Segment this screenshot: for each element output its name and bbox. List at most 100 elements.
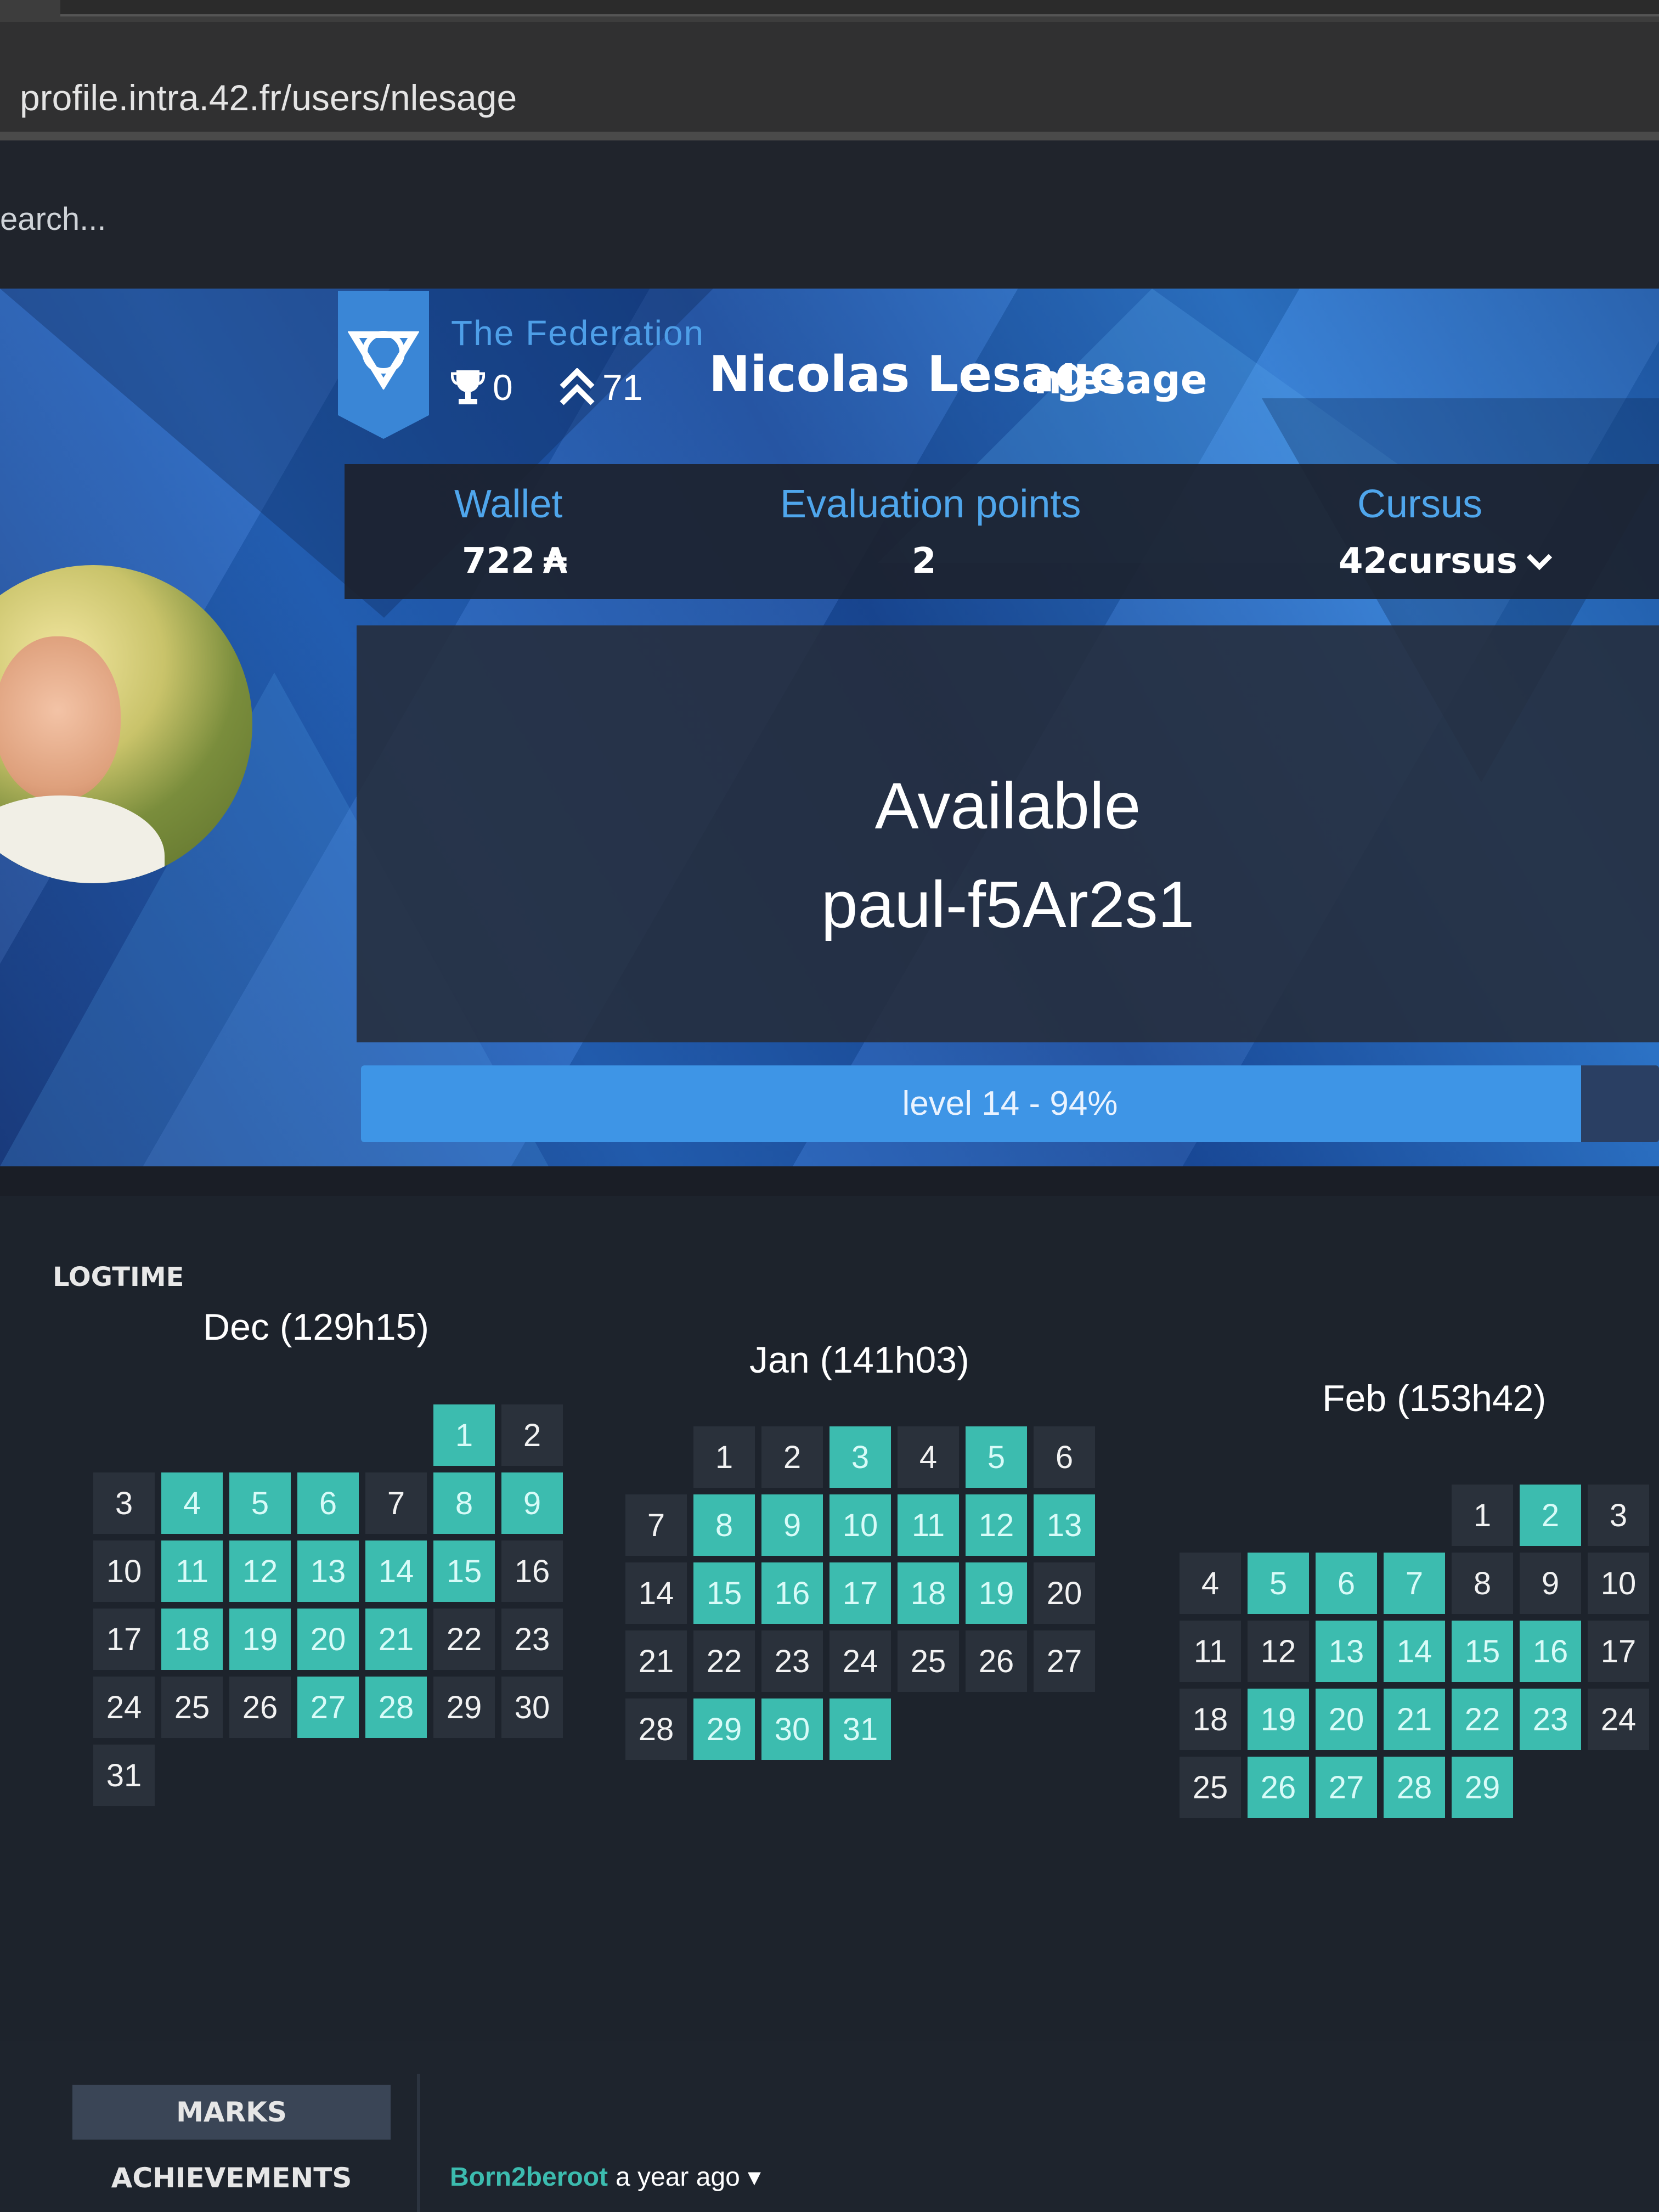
logtime-day[interactable]: 11: [898, 1494, 959, 1556]
logtime-day[interactable]: 25: [898, 1630, 959, 1692]
logtime-day[interactable]: 6: [1034, 1426, 1095, 1488]
logtime-day[interactable]: 5: [1248, 1553, 1309, 1614]
logtime-day[interactable]: 22: [433, 1609, 495, 1670]
logtime-day[interactable]: 12: [966, 1494, 1027, 1556]
logtime-day[interactable]: 22: [693, 1630, 755, 1692]
logtime-day[interactable]: 21: [625, 1630, 687, 1692]
logtime-day[interactable]: 19: [1248, 1689, 1309, 1750]
logtime-day[interactable]: 10: [93, 1541, 155, 1602]
cursus-selected-value[interactable]: 42cursus: [1339, 541, 1517, 582]
logtime-day[interactable]: 16: [1520, 1621, 1581, 1682]
logtime-day[interactable]: 25: [161, 1677, 223, 1738]
search-input[interactable]: earch...: [0, 201, 106, 238]
logtime-day[interactable]: 1: [693, 1426, 755, 1488]
logtime-day[interactable]: 9: [761, 1494, 823, 1556]
logtime-day[interactable]: 21: [1384, 1689, 1445, 1750]
logtime-day[interactable]: 17: [93, 1609, 155, 1670]
logtime-day[interactable]: 28: [625, 1699, 687, 1760]
logtime-day[interactable]: 14: [1384, 1621, 1445, 1682]
logtime-day[interactable]: 3: [830, 1426, 891, 1488]
logtime-day[interactable]: 1: [433, 1404, 495, 1466]
logtime-day[interactable]: 30: [501, 1677, 563, 1738]
logtime-day[interactable]: 21: [365, 1609, 427, 1670]
logtime-day[interactable]: 23: [1520, 1689, 1581, 1750]
logtime-day[interactable]: 5: [229, 1472, 291, 1534]
project-name[interactable]: Born2beroot: [450, 2162, 608, 2192]
logtime-day[interactable]: 16: [501, 1541, 563, 1602]
url-text[interactable]: profile.intra.42.fr/users/nlesage: [20, 77, 517, 119]
coalition-name[interactable]: The Federation: [451, 313, 704, 353]
logtime-day[interactable]: 3: [1588, 1485, 1649, 1546]
logtime-day[interactable]: 3: [93, 1472, 155, 1534]
logtime-day[interactable]: 28: [365, 1677, 427, 1738]
logtime-day[interactable]: 24: [830, 1630, 891, 1692]
logtime-day[interactable]: 24: [93, 1677, 155, 1738]
logtime-day[interactable]: 11: [1180, 1621, 1241, 1682]
logtime-day[interactable]: 14: [625, 1562, 687, 1624]
logtime-day[interactable]: 13: [1316, 1621, 1377, 1682]
caret-down-icon[interactable]: ▾: [748, 2162, 761, 2192]
logtime-day[interactable]: 17: [830, 1562, 891, 1624]
chevron-down-icon[interactable]: [1525, 550, 1554, 572]
logtime-day[interactable]: 29: [693, 1699, 755, 1760]
cursus-select[interactable]: 42cursus: [1339, 541, 1554, 582]
logtime-day[interactable]: 26: [966, 1630, 1027, 1692]
logtime-day[interactable]: 27: [1316, 1757, 1377, 1818]
logtime-day[interactable]: 9: [501, 1472, 563, 1534]
tab-achievements[interactable]: ACHIEVEMENTS: [72, 2151, 391, 2205]
logtime-day[interactable]: 16: [761, 1562, 823, 1624]
logtime-day[interactable]: 11: [161, 1541, 223, 1602]
logtime-day[interactable]: 2: [761, 1426, 823, 1488]
logtime-day[interactable]: 2: [501, 1404, 563, 1466]
logtime-day[interactable]: 4: [161, 1472, 223, 1534]
logtime-day[interactable]: 4: [898, 1426, 959, 1488]
logtime-day[interactable]: 13: [297, 1541, 359, 1602]
logtime-day[interactable]: 28: [1384, 1757, 1445, 1818]
logtime-day[interactable]: 20: [1316, 1689, 1377, 1750]
logtime-day[interactable]: 31: [830, 1699, 891, 1760]
logtime-day[interactable]: 14: [365, 1541, 427, 1602]
logtime-day[interactable]: 10: [830, 1494, 891, 1556]
logtime-day[interactable]: 8: [433, 1472, 495, 1534]
logtime-day[interactable]: 18: [161, 1609, 223, 1670]
logtime-day[interactable]: 12: [1248, 1621, 1309, 1682]
logtime-day[interactable]: 26: [229, 1677, 291, 1738]
logtime-day[interactable]: 20: [1034, 1562, 1095, 1624]
logtime-day[interactable]: 4: [1180, 1553, 1241, 1614]
logtime-day[interactable]: 22: [1452, 1689, 1513, 1750]
logtime-day[interactable]: 20: [297, 1609, 359, 1670]
logtime-day[interactable]: 10: [1588, 1553, 1649, 1614]
logtime-day[interactable]: 18: [898, 1562, 959, 1624]
logtime-day[interactable]: 7: [365, 1472, 427, 1534]
logtime-day[interactable]: 15: [693, 1562, 755, 1624]
logtime-day[interactable]: 31: [93, 1745, 155, 1806]
logtime-day[interactable]: 15: [433, 1541, 495, 1602]
logtime-day[interactable]: 1: [1452, 1485, 1513, 1546]
logtime-day[interactable]: 8: [1452, 1553, 1513, 1614]
logtime-day[interactable]: 6: [1316, 1553, 1377, 1614]
logtime-day[interactable]: 23: [761, 1630, 823, 1692]
logtime-day[interactable]: 29: [433, 1677, 495, 1738]
logtime-day[interactable]: 9: [1520, 1553, 1581, 1614]
address-bar[interactable]: profile.intra.42.fr/users/nlesage: [0, 22, 1659, 140]
logtime-day[interactable]: 27: [1034, 1630, 1095, 1692]
logtime-day[interactable]: 29: [1452, 1757, 1513, 1818]
logtime-day[interactable]: 19: [966, 1562, 1027, 1624]
logtime-day[interactable]: 7: [1384, 1553, 1445, 1614]
logtime-day[interactable]: 23: [501, 1609, 563, 1670]
logtime-day[interactable]: 7: [625, 1494, 687, 1556]
project-entry[interactable]: Born2beroot a year ago ▾: [450, 2162, 761, 2192]
logtime-day[interactable]: 15: [1452, 1621, 1513, 1682]
logtime-day[interactable]: 6: [297, 1472, 359, 1534]
logtime-day[interactable]: 27: [297, 1677, 359, 1738]
logtime-day[interactable]: 17: [1588, 1621, 1649, 1682]
logtime-day[interactable]: 30: [761, 1699, 823, 1760]
logtime-day[interactable]: 2: [1520, 1485, 1581, 1546]
logtime-day[interactable]: 12: [229, 1541, 291, 1602]
logtime-day[interactable]: 18: [1180, 1689, 1241, 1750]
tab-marks[interactable]: MARKS: [72, 2085, 391, 2140]
logtime-day[interactable]: 24: [1588, 1689, 1649, 1750]
coalition-badge[interactable]: [338, 291, 429, 439]
logtime-day[interactable]: 8: [693, 1494, 755, 1556]
logtime-day[interactable]: 19: [229, 1609, 291, 1670]
